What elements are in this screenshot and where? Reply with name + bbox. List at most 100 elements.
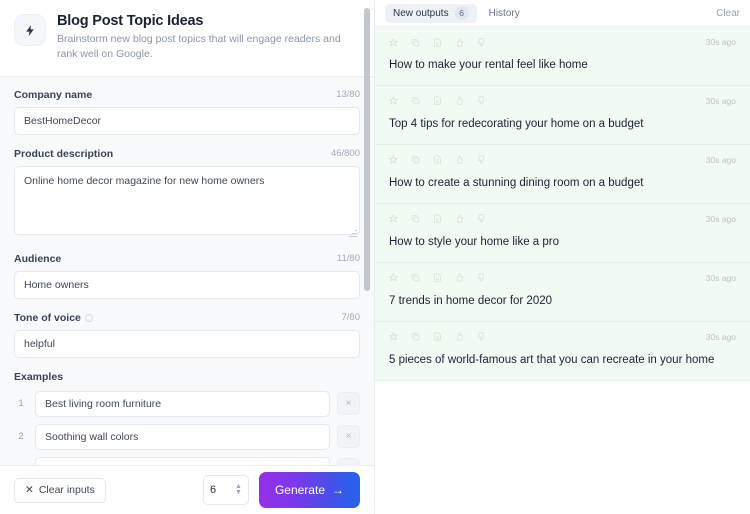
thumbs-down-icon[interactable]: [477, 96, 486, 106]
thumbs-down-icon[interactable]: [477, 214, 486, 224]
tab-history-label: History: [488, 7, 520, 19]
thumbs-up-icon[interactable]: [455, 214, 464, 223]
output-card[interactable]: 30s ago How to create a stunning dining …: [375, 144, 750, 204]
document-icon[interactable]: [433, 37, 442, 47]
form-body: Company name 13/80 Product description 4…: [0, 77, 374, 465]
document-icon[interactable]: [433, 214, 442, 223]
output-card[interactable]: 30s ago How to style your home like a pr…: [375, 203, 750, 263]
clear-inputs-button[interactable]: ✕ Clear inputs: [14, 477, 106, 503]
chevron-down-icon[interactable]: ▼: [235, 489, 242, 496]
audience-input[interactable]: [14, 270, 360, 299]
example-input-2[interactable]: [35, 423, 330, 450]
output-text: How to create a stunning dining room on …: [389, 176, 644, 189]
tab-history[interactable]: History: [481, 4, 528, 23]
stepper-arrows-icon[interactable]: ▲ ▼: [235, 483, 242, 496]
field-product-description: Product description 46/800: [14, 148, 360, 240]
star-icon[interactable]: [389, 96, 398, 106]
star-icon[interactable]: [389, 37, 398, 47]
page-subtitle: Brainstorm new blog post topics that wil…: [57, 33, 341, 61]
copy-icon[interactable]: [411, 38, 420, 47]
copy-icon[interactable]: [411, 96, 420, 105]
outputs-panel: New outputs 6 History Clear 30s ago How …: [375, 0, 750, 514]
output-timestamp: 30s ago: [705, 272, 736, 283]
thumbs-down-icon[interactable]: [477, 332, 486, 341]
document-icon[interactable]: [433, 332, 442, 341]
field-header: Tone of voice 7/80: [14, 312, 360, 324]
output-text: 7 trends in home decor for 2020: [389, 294, 553, 307]
company-name-label: Company name: [14, 88, 93, 101]
example-delete-icon-1[interactable]: ×: [337, 392, 360, 416]
thumbs-down-icon[interactable]: [477, 37, 486, 47]
lightning-bolt-icon: [14, 14, 46, 46]
example-input-3[interactable]: [35, 456, 330, 465]
clear-outputs-link[interactable]: Clear: [716, 8, 740, 19]
output-count-stepper[interactable]: 6 ▲ ▼: [202, 475, 249, 505]
output-card[interactable]: 30s ago Top 4 tips for redecorating your…: [375, 85, 750, 145]
thumbs-up-icon[interactable]: [455, 332, 464, 341]
field-header: Audience 11/80: [14, 253, 360, 265]
star-icon[interactable]: [389, 273, 398, 282]
thumbs-down-icon[interactable]: [477, 155, 486, 165]
company-name-input[interactable]: [14, 106, 360, 135]
tone-of-voice-input[interactable]: [14, 329, 360, 358]
app-root: Blog Post Topic Ideas Brainstorm new blo…: [0, 0, 750, 514]
tone-of-voice-label: Tone of voice: [14, 312, 93, 324]
copy-icon[interactable]: [411, 214, 420, 223]
output-text: How to style your home like a pro: [389, 235, 560, 248]
company-name-counter: 13/80: [336, 89, 360, 101]
output-card[interactable]: 30s ago 7 trends in home decor for 2020: [375, 262, 750, 322]
document-icon[interactable]: [433, 155, 442, 164]
field-company-name: Company name 13/80: [14, 89, 360, 135]
generate-label: Generate: [274, 483, 325, 497]
examples-label: Examples: [14, 370, 64, 383]
thumbs-up-icon[interactable]: [455, 155, 464, 164]
tab-new-outputs[interactable]: New outputs 6: [385, 3, 477, 23]
star-icon[interactable]: [389, 155, 398, 165]
product-description-textarea[interactable]: [14, 165, 360, 235]
footer-actions: 6 ▲ ▼ Generate →: [202, 472, 360, 508]
output-card[interactable]: 30s ago 5 pieces of world-famous art tha…: [375, 321, 750, 381]
example-delete-icon-3[interactable]: ×: [337, 458, 360, 465]
thumbs-up-icon[interactable]: [455, 37, 464, 47]
form-scrollbar[interactable]: [363, 0, 371, 514]
input-form-panel: Blog Post Topic Ideas Brainstorm new blo…: [0, 0, 375, 514]
output-timestamp: 30s ago: [705, 37, 736, 47]
product-description-counter: 46/800: [330, 148, 360, 160]
output-card-actions: 30s ago: [389, 271, 736, 285]
output-timestamp: 30s ago: [705, 95, 736, 106]
output-card[interactable]: 30s ago How to make your rental feel lik…: [375, 27, 750, 86]
generate-button[interactable]: Generate →: [258, 472, 360, 508]
output-timestamp: 30s ago: [705, 213, 736, 224]
info-circle-icon[interactable]: [84, 313, 93, 322]
star-icon[interactable]: [389, 214, 398, 223]
thumbs-down-icon[interactable]: [477, 273, 486, 282]
example-input-1[interactable]: [35, 390, 330, 417]
output-timestamp: 30s ago: [705, 331, 736, 342]
output-card-actions: 30s ago: [389, 330, 736, 344]
field-examples: Examples 1 × 2 × 3 ×: [14, 371, 360, 465]
outputs-list: 30s ago How to make your rental feel lik…: [375, 27, 750, 514]
output-text: How to make your rental feel like home: [389, 59, 588, 71]
tone-of-voice-counter: 7/80: [341, 312, 361, 324]
audience-counter: 11/80: [336, 253, 360, 265]
example-delete-icon-2[interactable]: ×: [337, 425, 360, 449]
field-header: Product description 46/800: [14, 148, 360, 160]
thumbs-up-icon[interactable]: [455, 273, 464, 282]
tool-header: Blog Post Topic Ideas Brainstorm new blo…: [0, 0, 374, 77]
tab-new-outputs-label: New outputs: [393, 7, 449, 19]
textarea-wrapper: [14, 165, 360, 240]
copy-icon[interactable]: [411, 155, 420, 164]
document-icon[interactable]: [433, 96, 442, 106]
example-row: 2 ×: [14, 423, 360, 450]
example-number: 2: [18, 431, 24, 443]
example-row: 1 ×: [14, 390, 360, 417]
thumbs-up-icon[interactable]: [455, 96, 464, 106]
scrollbar-thumb[interactable]: [364, 8, 370, 291]
copy-icon[interactable]: [411, 332, 420, 341]
document-icon[interactable]: [433, 273, 442, 282]
outputs-tabs: New outputs 6 History Clear: [375, 0, 750, 27]
star-icon[interactable]: [389, 332, 398, 341]
output-text: Top 4 tips for redecorating your home on…: [389, 117, 644, 130]
copy-icon[interactable]: [411, 273, 420, 282]
field-header: Company name 13/80: [14, 89, 360, 101]
